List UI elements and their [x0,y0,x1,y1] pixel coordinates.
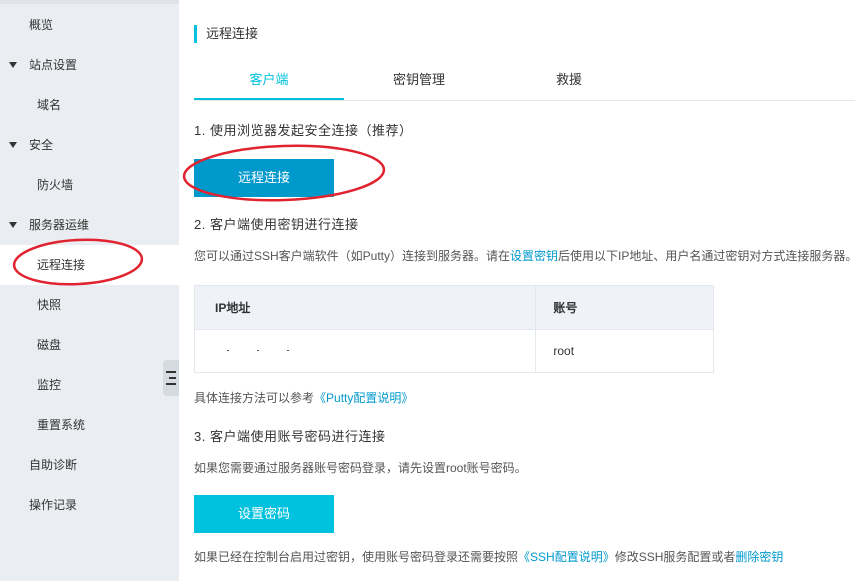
password-connect-description: 如果您需要通过服务器账号密码登录，请先设置root账号密码。 [194,461,527,475]
sidebar-item-label: 快照 [37,298,62,312]
sidebar-collapse-handle[interactable] [163,360,179,396]
sidebar-item-label: 重置系统 [37,418,86,432]
sidebar-item-label: 操作记录 [29,498,78,512]
remote-connect-button[interactable]: 远程连接 [194,159,334,197]
caret-down-icon [9,62,17,68]
sidebar-item-label: 监控 [37,378,62,392]
sidebar-group-server-ops[interactable]: 服务器运维 [0,205,179,245]
sidebar-item-label: 防火墙 [37,178,74,192]
caret-down-icon [9,142,17,148]
tab-bar: 客户端 密钥管理 救援 [194,60,855,101]
sidebar: 概览 站点设置 域名 安全 防火墙 服务器运维 远程连接 快照 磁盘 监控 重置… [0,0,179,581]
ssh-guide-link[interactable]: 《SSH配置说明》 [518,550,615,564]
sidebar-item-reset-system[interactable]: 重置系统 [0,405,179,445]
section-password-connect-heading: 3. 客户端使用账号密码进行连接 [194,429,386,444]
sidebar-item-overview[interactable]: 概览 [0,5,179,45]
table-header-row: IP地址 账号 [193,285,714,330]
sidebar-item-label: 磁盘 [37,338,62,352]
tab-key-management[interactable]: 密钥管理 [344,60,494,100]
column-header-ip: IP地址 [193,285,537,330]
sidebar-item-label: 概览 [29,18,54,32]
key-connect-description: 您可以通过SSH客户端软件（如Putty）连接到服务器。请在设置密钥后使用以下I… [194,249,855,263]
tab-rescue[interactable]: 救援 [494,60,644,100]
password-footer-note: 如果已经在控制台启用过密钥，使用账号密码登录还需要按照《SSH配置说明》修改SS… [194,550,784,564]
sidebar-item-disk[interactable]: 磁盘 [0,325,179,365]
collapse-menu-icon [166,369,176,387]
set-key-link[interactable]: 设置密钥 [510,249,558,263]
putty-guide-link[interactable]: 《Putty配置说明》 [314,391,413,405]
putty-reference-text: 具体连接方法可以参考《Putty配置说明》 [194,391,414,405]
sidebar-item-label: 站点设置 [29,58,78,72]
sidebar-item-label: 自助诊断 [29,458,78,472]
sidebar-top-strip [0,0,179,4]
connection-info-table: IP地址 账号 root [193,285,714,373]
sidebar-item-label: 域名 [37,98,62,112]
sidebar-item-firewall[interactable]: 防火墙 [0,165,179,205]
sidebar-item-label: 安全 [29,138,54,152]
table-row: root [193,329,714,373]
sidebar-item-domain[interactable]: 域名 [0,85,179,125]
sidebar-item-monitor[interactable]: 监控 [0,365,179,405]
set-password-button[interactable]: 设置密码 [194,495,334,533]
delete-key-link[interactable]: 删除密钥 [735,550,783,564]
sidebar-item-snapshot[interactable]: 快照 [0,285,179,325]
section-browser-connect-heading: 1. 使用浏览器发起安全连接（推荐） [194,123,413,138]
account-cell: root [535,329,714,373]
page-title: 远程连接 [206,26,259,41]
ip-address-redacted [215,345,295,355]
tab-client[interactable]: 客户端 [194,60,344,100]
sidebar-group-site-settings[interactable]: 站点设置 [0,45,179,85]
sidebar-item-label: 远程连接 [37,258,86,272]
sidebar-item-label: 服务器运维 [29,218,90,232]
column-header-account: 账号 [535,285,714,330]
ip-address-cell [193,329,537,373]
sidebar-group-security[interactable]: 安全 [0,125,179,165]
caret-down-icon [9,222,17,228]
section-key-connect-heading: 2. 客户端使用密钥进行连接 [194,217,359,232]
sidebar-item-operation-log[interactable]: 操作记录 [0,485,179,525]
sidebar-item-self-diagnosis[interactable]: 自助诊断 [0,445,179,485]
page-title-accent-bar [194,25,197,43]
sidebar-item-remote-connect[interactable]: 远程连接 [0,245,179,285]
